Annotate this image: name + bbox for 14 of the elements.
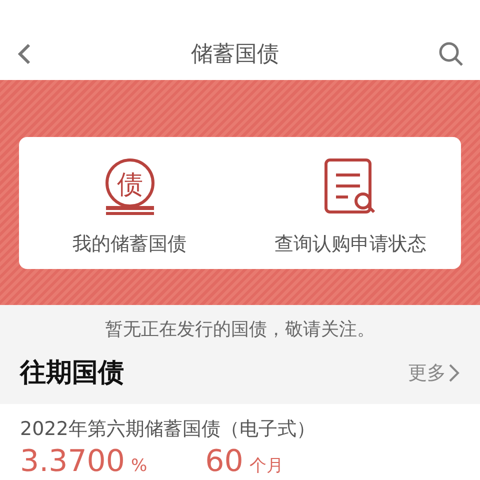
back-icon: [16, 42, 32, 66]
bond-name: 2022年第六期储蓄国债（电子式）: [20, 417, 316, 442]
bond-card[interactable]: 2022年第六期储蓄国债（电子式） 3.3700 % 60 个月: [0, 404, 480, 480]
notice-text: 暂无正在发行的国债，敬请关注。: [104, 318, 376, 342]
shortcut-label: 查询认购申请状态: [274, 232, 426, 257]
bond-term: 60 个月: [205, 444, 284, 479]
interest-rate: 3.3700 %: [20, 444, 148, 479]
search-icon: [438, 41, 464, 67]
chevron-right-icon: [448, 362, 460, 382]
page-title: 储蓄国债: [191, 41, 279, 69]
section-title: 往期国债: [20, 357, 124, 390]
shortcut-label: 我的储蓄国债: [72, 232, 186, 257]
shortcut-button[interactable]: 债 我的储蓄国债: [19, 137, 240, 269]
shortcut-button[interactable]: 查询认购申请状态: [240, 137, 461, 269]
